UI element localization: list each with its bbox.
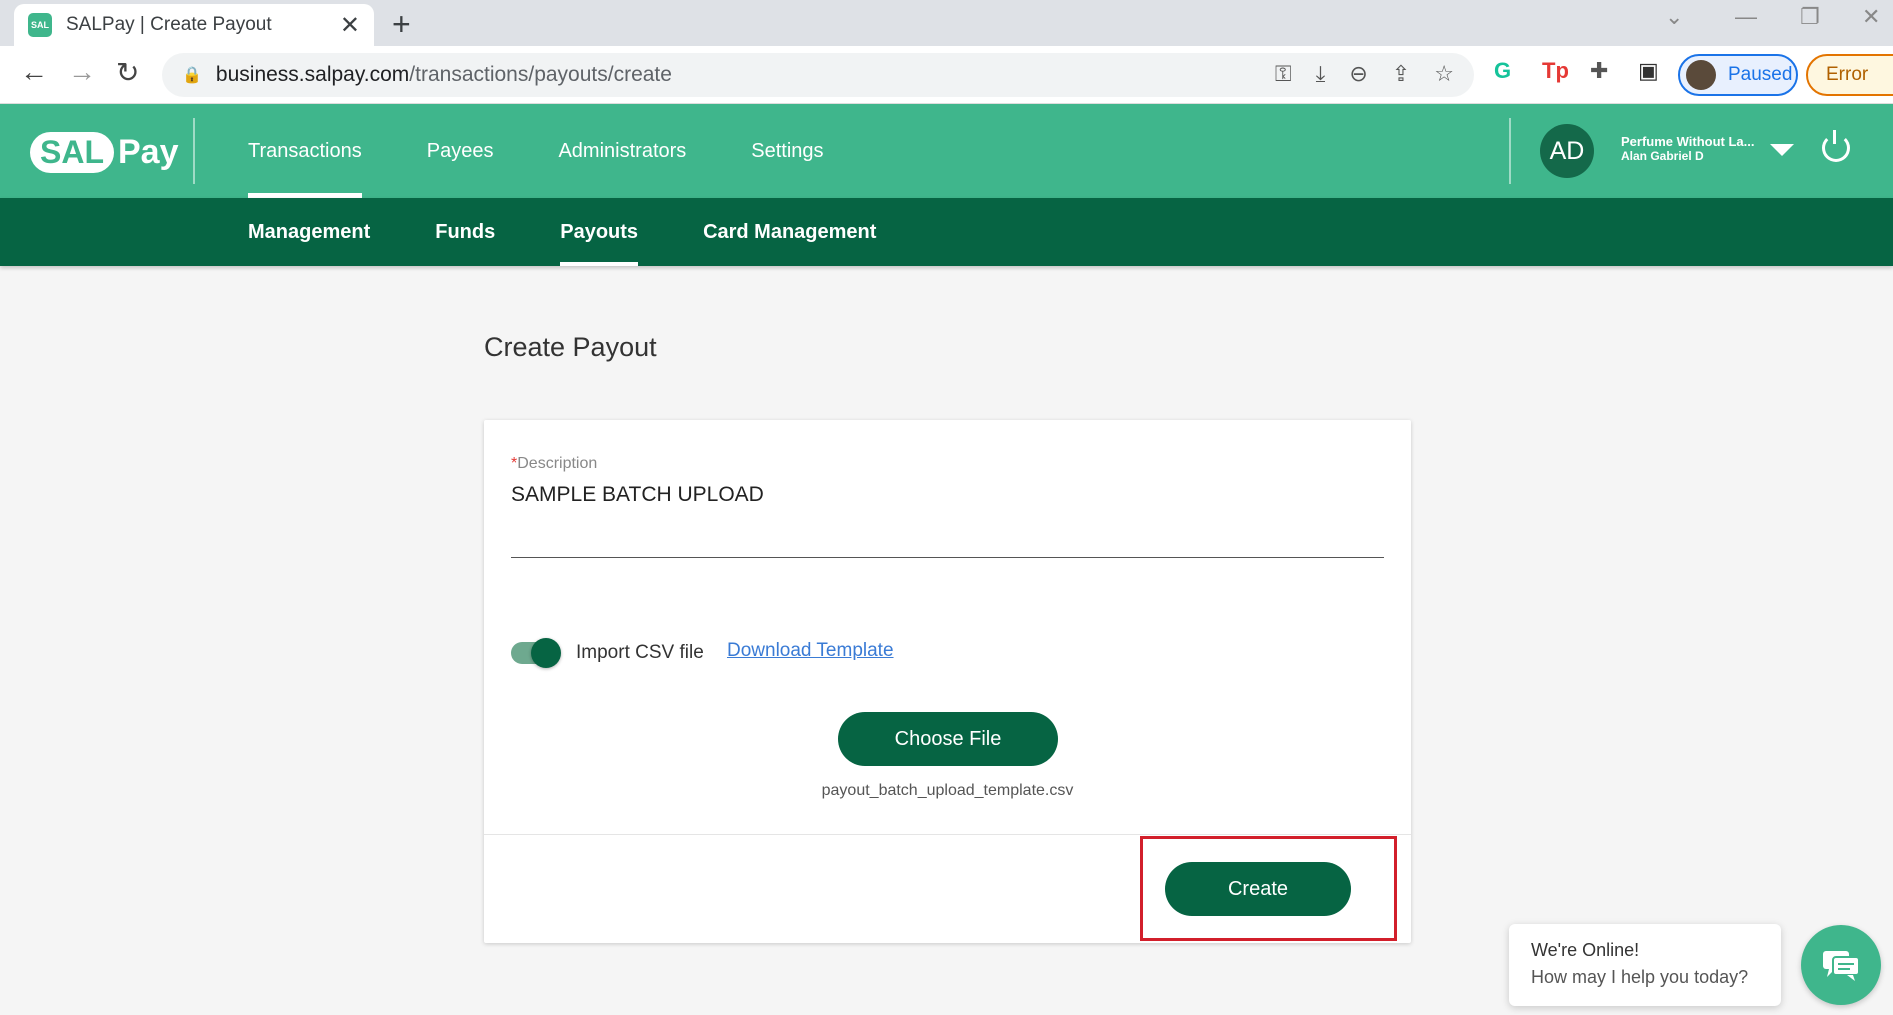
header-divider [1509, 118, 1511, 184]
main-nav: Transactions Payees Administrators Setti… [248, 104, 889, 198]
user-avatar[interactable]: AD [1540, 124, 1594, 178]
back-icon[interactable]: ← [20, 56, 48, 88]
subnav-payouts[interactable]: Payouts [560, 198, 638, 266]
nav-administrators[interactable]: Administrators [558, 104, 686, 198]
restore-icon[interactable]: ❐ [1800, 4, 1820, 30]
subnav-card-management[interactable]: Card Management [703, 198, 876, 266]
subnav-management[interactable]: Management [248, 198, 370, 266]
browser-toolbar: ← → ↻ 🔒 business.salpay.com/transactions… [0, 46, 1893, 104]
choose-file-button[interactable]: Choose File [838, 712, 1058, 766]
account-dropdown-icon[interactable] [1770, 144, 1794, 156]
import-csv-label: Import CSV file [576, 642, 704, 663]
app-header: SAL Pay Transactions Payees Administrato… [0, 104, 1893, 198]
favicon-icon: SAL [28, 13, 52, 37]
nav-transactions[interactable]: Transactions [248, 104, 362, 198]
chat-launcher-button[interactable] [1801, 925, 1881, 1005]
grammarly-icon[interactable]: G [1494, 58, 1511, 84]
tab-title: SALPay | Create Payout [66, 14, 272, 35]
install-icon[interactable]: ⤓ [1316, 61, 1326, 87]
import-csv-toggle[interactable] [511, 638, 561, 668]
logout-power-icon[interactable] [1822, 130, 1850, 162]
nav-payees[interactable]: Payees [427, 104, 494, 198]
sub-nav: Management Funds Payouts Card Management [0, 198, 1893, 266]
lock-icon: 🔒 [182, 67, 202, 84]
header-divider [193, 118, 195, 184]
tab-search-icon[interactable]: ⌄ [1665, 4, 1683, 30]
description-input[interactable]: SAMPLE BATCH UPLOAD [511, 483, 764, 507]
profile-paused-button[interactable]: Paused [1678, 54, 1798, 96]
side-panel-icon[interactable]: ▣ [1638, 58, 1659, 84]
create-highlight-box [1140, 836, 1397, 941]
minimize-icon[interactable]: — [1735, 4, 1757, 30]
chat-icon [1823, 951, 1860, 981]
nav-settings[interactable]: Settings [751, 104, 823, 198]
chat-line-1: We're Online! [1531, 940, 1640, 960]
description-underline [511, 557, 1384, 558]
tp-extension-icon[interactable]: Tp [1542, 58, 1569, 84]
merchant-name: Perfume Without La... [1621, 134, 1755, 149]
url-domain: business.salpay.com [215, 63, 410, 86]
zoom-icon[interactable]: ⊖ [1349, 61, 1367, 87]
address-bar[interactable]: 🔒 business.salpay.com/transactions/payou… [162, 53, 1474, 97]
error-button[interactable]: Error [1806, 54, 1893, 96]
profile-avatar [1686, 60, 1716, 90]
chat-greeting-bubble[interactable]: We're Online! How may I help you today? [1509, 924, 1781, 1006]
key-icon[interactable]: ⚿ [1275, 61, 1292, 87]
extensions-puzzle-icon[interactable]: ✚ [1590, 58, 1608, 84]
toggle-knob [531, 638, 561, 668]
page-title: Create Payout [484, 332, 657, 362]
user-name: Alan Gabriel D [1621, 149, 1704, 163]
reload-icon[interactable]: ↻ [116, 56, 139, 89]
salpay-logo[interactable]: SAL Pay [30, 132, 179, 173]
close-tab-icon[interactable]: ✕ [340, 11, 360, 40]
description-label: *Description [511, 455, 598, 472]
browser-tab[interactable]: SAL SALPay | Create Payout ✕ [14, 4, 374, 46]
card-footer-divider [484, 834, 1411, 835]
download-template-link[interactable]: Download Template [727, 640, 894, 662]
selected-file-name: payout_batch_upload_template.csv [821, 782, 1074, 799]
close-window-icon[interactable]: ✕ [1862, 4, 1880, 30]
browser-tabbar: SAL SALPay | Create Payout ✕ + ⌄ — ❐ ✕ [0, 0, 1893, 46]
forward-icon[interactable]: → [68, 56, 96, 88]
account-info[interactable]: Perfume Without La... Alan Gabriel D [1621, 134, 1761, 163]
bookmark-star-icon[interactable]: ☆ [1434, 61, 1454, 87]
share-icon[interactable]: ⇪ [1392, 61, 1410, 87]
new-tab-icon[interactable]: + [392, 6, 411, 43]
chat-line-2: How may I help you today? [1531, 967, 1749, 987]
subnav-funds[interactable]: Funds [435, 198, 495, 266]
url-path: /transactions/payouts/create [409, 63, 672, 86]
